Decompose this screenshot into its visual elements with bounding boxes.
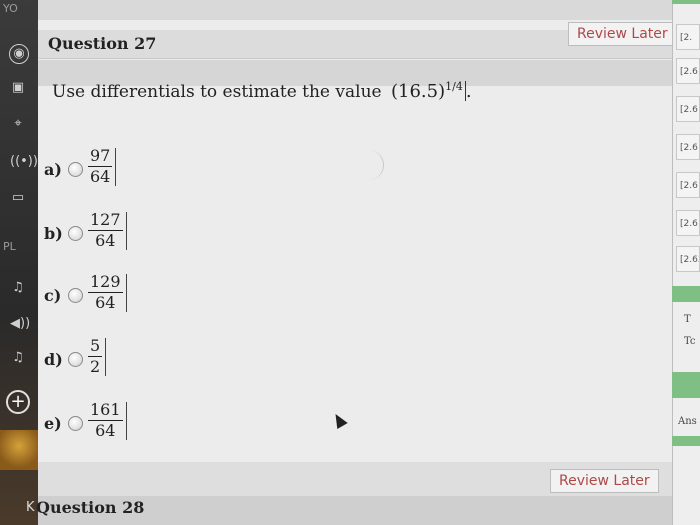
option-letter: e) [44,414,62,433]
nav-item[interactable]: [2.63 [676,246,700,272]
sidebar-top-text: YO [3,2,18,15]
satellite-icon[interactable]: ⌖ [10,116,26,132]
review-later-button-bottom[interactable]: Review Later [550,469,659,493]
option-fraction: 97 64 [88,146,117,187]
fraction-denominator: 64 [95,293,116,312]
radio-button[interactable] [68,288,83,303]
fraction-denominator: 64 [95,231,116,250]
square-icon[interactable]: ▣ [10,80,26,96]
plus-icon[interactable]: + [6,390,30,414]
image-icon[interactable]: ▭ [10,190,26,206]
question-title: Question 27 [48,34,157,53]
nav-item[interactable]: [2.6 [676,58,700,84]
nav-item[interactable]: [2.6 [676,172,700,198]
fraction-cursor [125,402,127,440]
review-later-button[interactable]: Review Later [568,22,677,46]
fraction-numerator: 161 [88,400,123,421]
back-icon[interactable]: K [26,500,35,515]
nav-highlight [672,0,700,4]
nav-progress-bar [672,286,700,302]
radio-button[interactable] [68,416,83,431]
fraction-cursor [125,212,127,250]
nav-label: T [684,314,691,325]
radio-button[interactable] [68,226,83,241]
fraction-cursor [105,338,107,376]
option-fraction: 5 2 [88,336,107,377]
option-letter: b) [44,224,63,243]
expression-base: (16.5) [391,81,446,102]
option-letter: a) [44,160,62,179]
fraction-numerator: 129 [88,272,123,293]
sidebar-mid-text: PL [3,240,16,253]
radio-button[interactable] [68,352,83,367]
avatar [0,430,38,470]
nav-label: Tc [684,336,696,347]
radio-icon[interactable]: ((•)) [10,154,38,170]
fraction-denominator: 64 [95,421,116,440]
radio-button[interactable] [68,162,83,177]
fraction-numerator: 5 [88,336,103,357]
music-note-icon-2[interactable]: ♫ [10,350,26,366]
nav-item[interactable]: [2.6 [676,96,700,122]
fraction-numerator: 97 [88,146,113,167]
option-fraction: 127 64 [88,210,127,251]
nav-green-block [672,372,700,398]
nav-label: Ans [678,416,697,427]
speaker-icon[interactable]: ◀)) [10,316,30,332]
question-prompt: Use differentials to estimate the value … [52,80,472,102]
option-fraction: 161 64 [88,400,127,441]
fraction-denominator: 2 [90,357,101,376]
option-letter: d) [44,350,63,369]
expression-exponent: 1/4 [445,80,463,93]
option-fraction: 129 64 [88,272,127,313]
fraction-cursor [125,274,127,312]
circle-icon[interactable]: ◉ [9,44,29,64]
fraction-cursor [115,148,117,186]
text-cursor [464,81,466,101]
fraction-numerator: 127 [88,210,123,231]
fraction-denominator: 64 [90,167,111,186]
nav-item[interactable]: [2.6 [676,210,700,236]
option-letter: c) [44,286,62,305]
next-question-title: Question 28 [36,498,145,517]
prompt-expression: (16.5)1/4. [391,80,472,102]
nav-item[interactable]: [2.6 [676,134,700,160]
nav-item[interactable]: [2. [676,24,700,50]
nav-green-block-2 [672,436,700,446]
prompt-text: Use differentials to estimate the value [52,82,382,102]
music-note-icon[interactable]: ♫ [10,280,26,296]
